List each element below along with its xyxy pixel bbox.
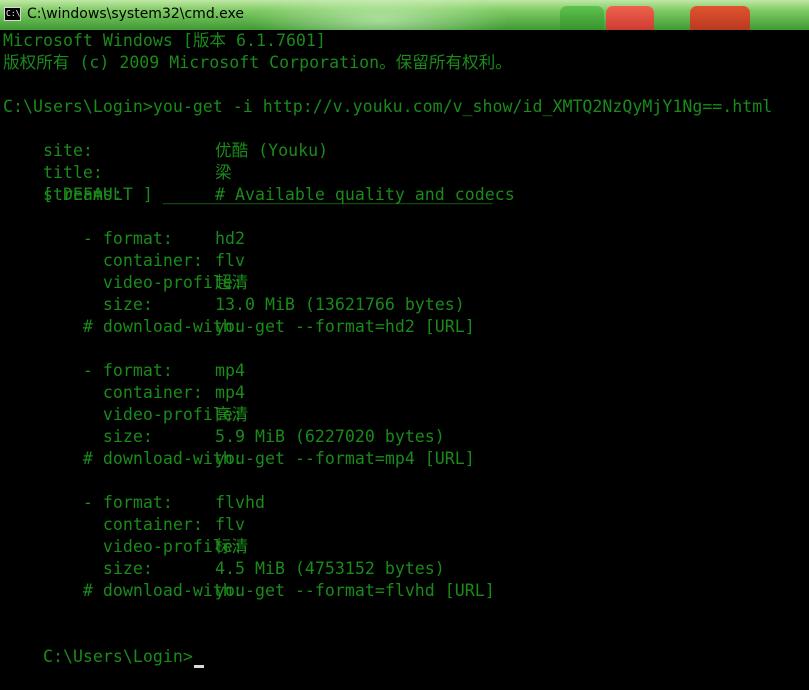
stream1-size-line: size: 13.0 MiB (13621766 bytes) [3,272,465,314]
cmd-app-icon[interactable]: C:\ [4,7,21,21]
stream2-profile-line: video-profile: 高清 [3,382,248,424]
console-prompt-line[interactable]: C:\Users\Login> [3,624,204,668]
stream1-download-line: # download-with: you-get --format=hd2 [UR… [3,294,475,336]
stream3-profile-line: video-profile: 标清 [3,514,248,556]
titlebar-background-glow [250,0,510,30]
stream1-download-key: # download-with: [42,317,243,336]
console-line-title: title: 梁 [3,140,232,182]
console-line-banner-version: Microsoft Windows [版本 6.1.7601] [3,31,326,50]
stream3-format-value: flvhd [215,493,265,512]
stream2-size-value: 5.9 MiB (6227020 bytes) [215,427,445,446]
stream3-size-line: size: 4.5 MiB (4753152 bytes) [3,536,445,578]
stream2-download-key: # download-with: [42,449,243,468]
stream3-profile-value: 标清 [215,537,249,556]
stream3-download-value: you-get --format=flvhd [URL] [215,581,495,600]
stream1-profile-value: 超清 [215,273,249,292]
title-value: 梁 [215,163,232,182]
stream2-download-value: you-get --format=mp4 [URL] [215,449,475,468]
stream3-download-line: # download-with: you-get --format=flvhd [… [3,558,495,600]
console-line-banner-copyright: 版权所有 (c) 2009 Microsoft Corporation。保留所有… [3,53,512,72]
text-cursor [193,665,204,668]
window-titlebar[interactable]: C:\ C:\windows\system32\cmd.exe [0,0,809,30]
stream1-container-line: container: flv [3,228,245,270]
stream1-format-line: - format: hd2 [3,206,245,248]
stream2-size-line: size: 5.9 MiB (6227020 bytes) [3,404,445,446]
stream1-size-value: 13.0 MiB (13621766 bytes) [215,295,465,314]
stream2-download-line: # download-with: you-get --format=mp4 [UR… [3,426,475,468]
console-output[interactable]: Microsoft Windows [版本 6.1.7601] 版权所有 (c)… [0,30,809,676]
taskbar-tile-orange [690,6,750,30]
stream1-format-value: hd2 [215,229,245,248]
stream2-format-line: - format: mp4 [3,338,245,380]
stream2-format-value: mp4 [215,361,245,380]
stream3-size-value: 4.5 MiB (4753152 bytes) [215,559,445,578]
site-value: 优酷 (Youku) [215,141,329,160]
stream3-download-key: # download-with: [42,581,243,600]
console-line-default-header: [ DEFAULT ] ____________________________… [3,185,493,204]
stream1-profile-line: video-profile: 超清 [3,250,248,292]
taskbar-tile-green [560,6,604,30]
stream3-container-line: container: flv [3,492,245,534]
console-line-streams: streams: # Available quality and codecs [3,162,515,204]
console-line-command: C:\Users\Login>you-get -i http://v.youku… [3,97,773,116]
stream2-container-line: container: mp4 [3,360,245,402]
console-prompt: C:\Users\Login> [42,647,193,666]
window-title: C:\windows\system32\cmd.exe [27,6,244,22]
stream2-profile-value: 高清 [215,405,249,424]
stream3-format-line: - format: flvhd [3,470,265,512]
taskbar-tile-red [606,6,654,30]
console-line-site: site: 优酷 (Youku) [3,118,328,160]
stream1-download-value: you-get --format=hd2 [URL] [215,317,475,336]
